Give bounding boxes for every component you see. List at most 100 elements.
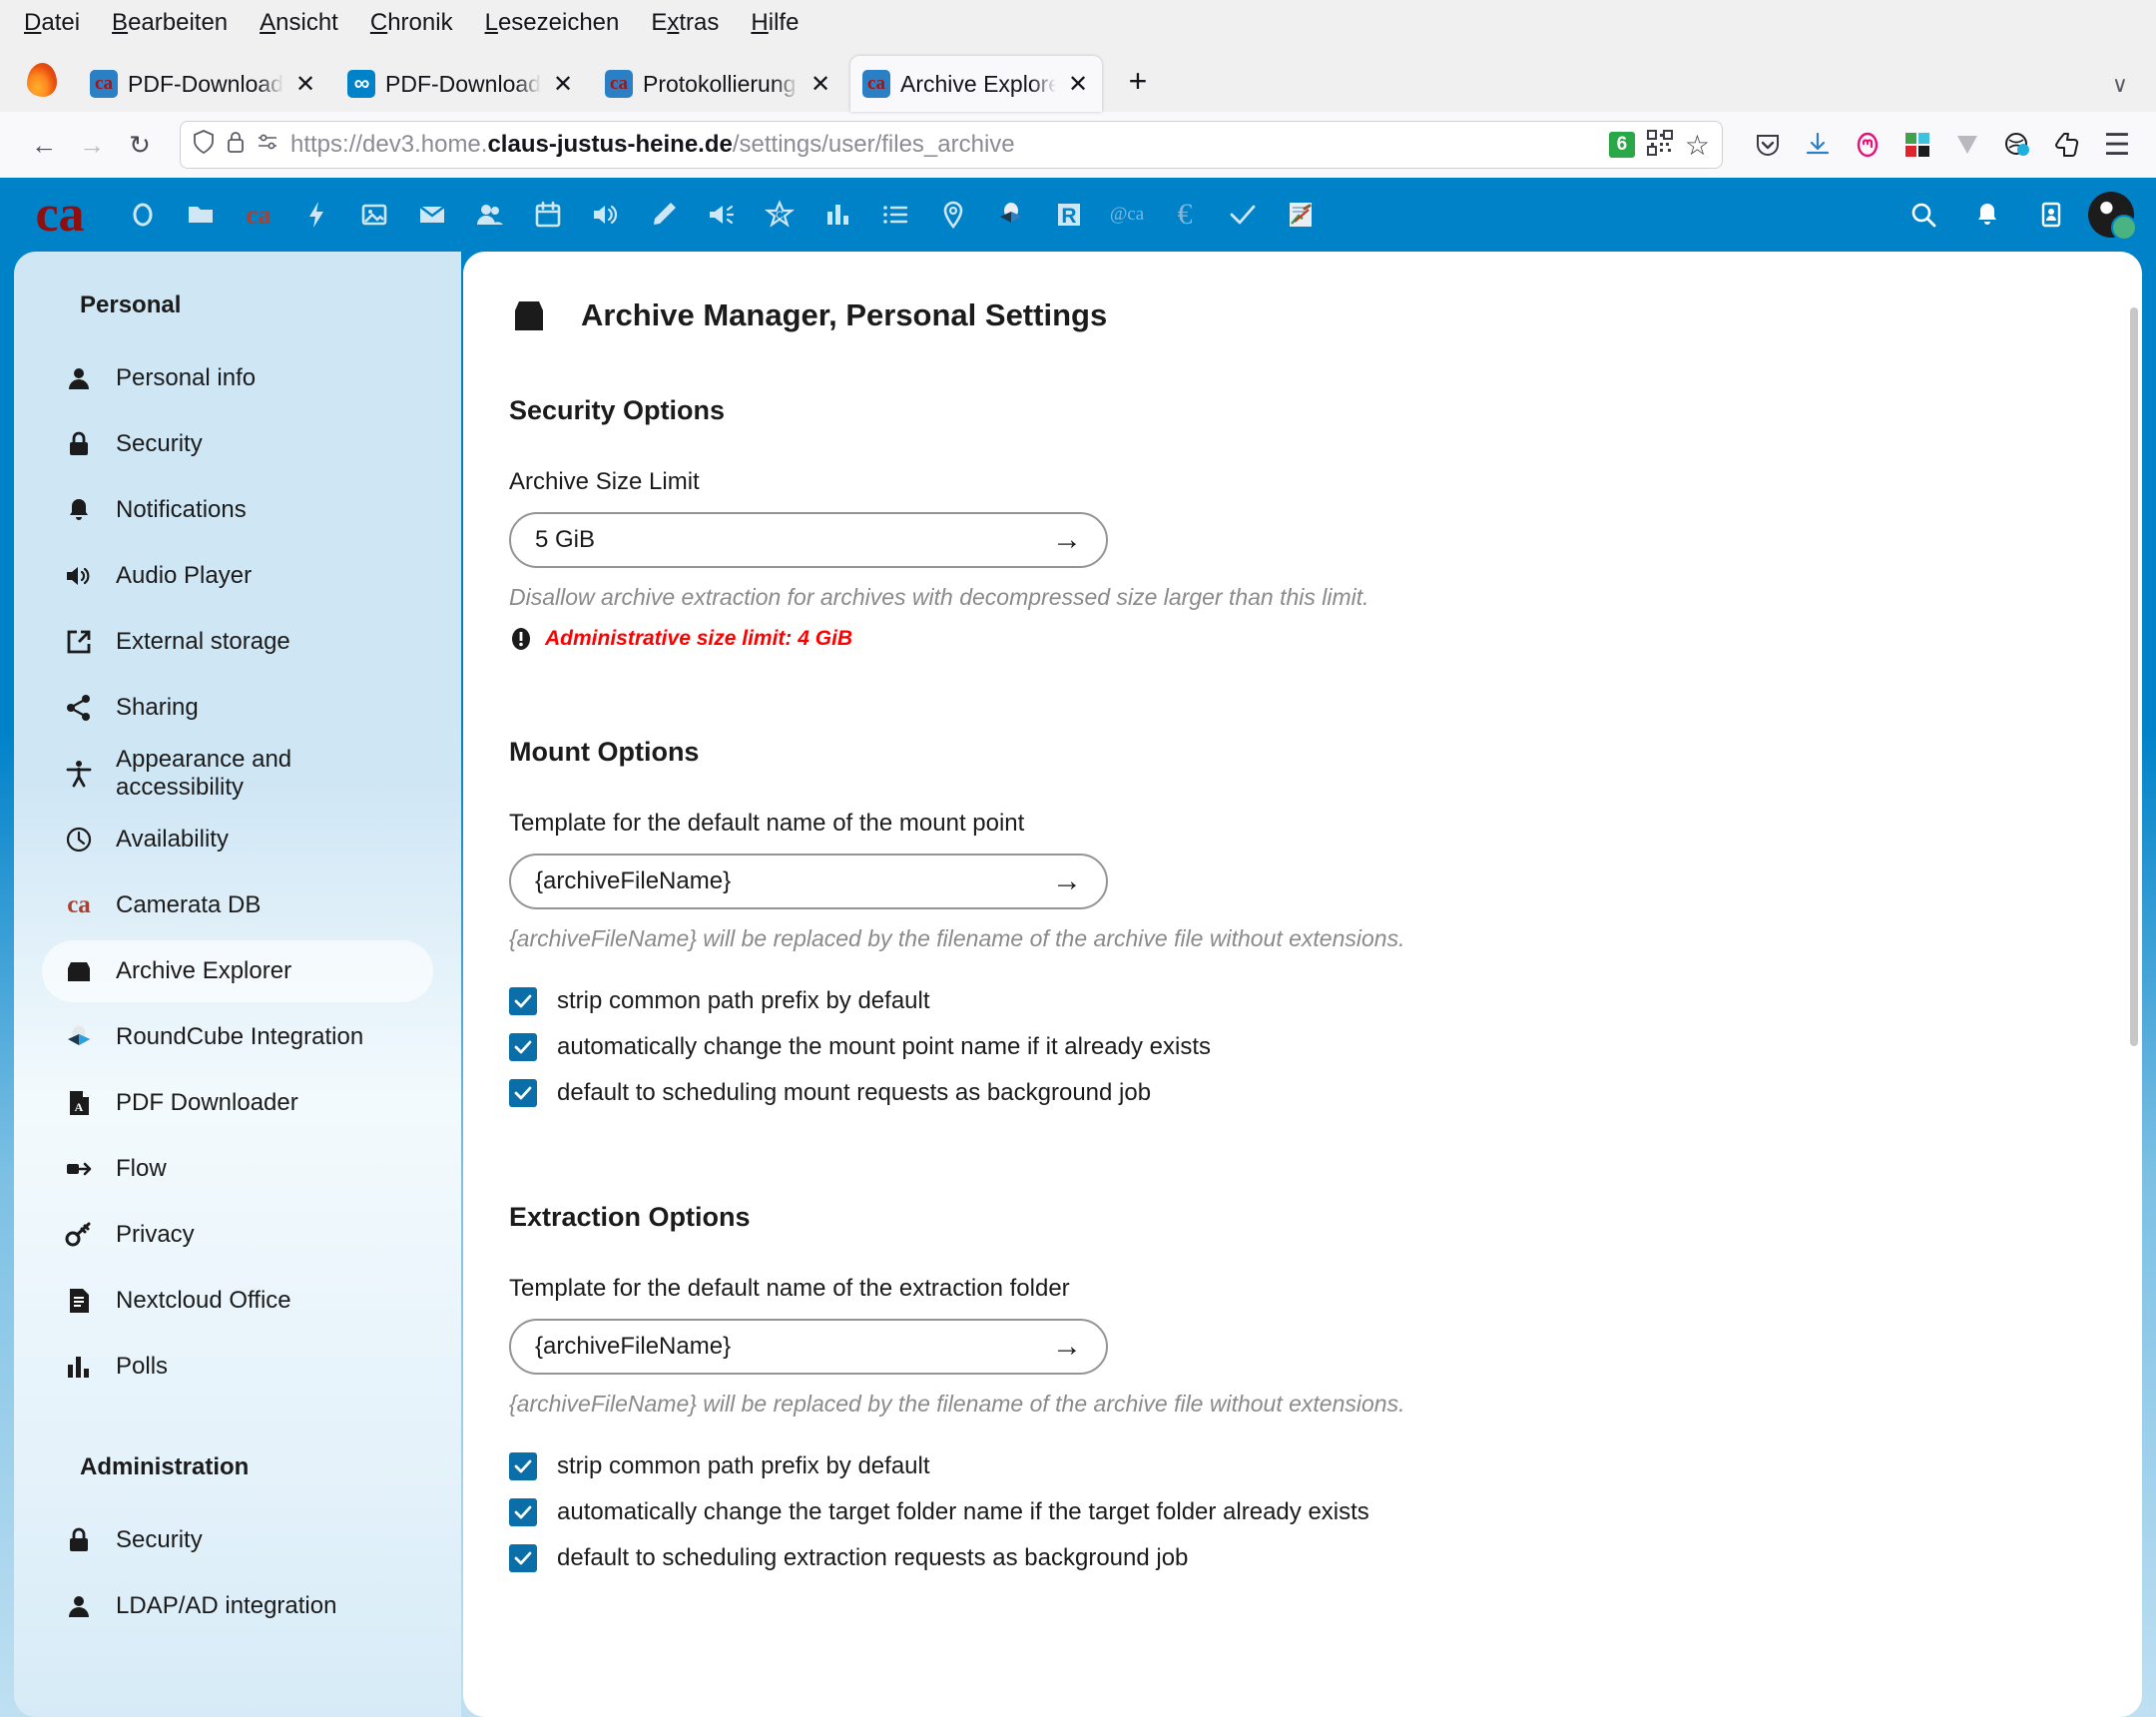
url-text[interactable]: https://dev3.home.claus-justus-heine.de/… (290, 131, 1597, 159)
menu-lesezeichen[interactable]: Lesezeichen (483, 7, 622, 39)
sidebar-item-personal-info[interactable]: Personal info (42, 347, 433, 409)
roundcube-icon[interactable] (984, 188, 1038, 242)
back-button[interactable]: ← (22, 123, 66, 167)
menu-chronik[interactable]: Chronik (368, 7, 455, 39)
sidebar-item-ldap-ad-integration[interactable]: LDAP/AD integration (42, 1575, 433, 1637)
new-tab-button[interactable]: + (1118, 63, 1158, 100)
shield-icon[interactable] (193, 130, 215, 160)
sidebar-item-polls[interactable]: Polls (42, 1336, 433, 1398)
camerata-icon[interactable]: ca (232, 188, 285, 242)
photos-icon[interactable] (347, 188, 401, 242)
files-icon[interactable] (174, 188, 228, 242)
app-menu-icon[interactable]: ☰ (2100, 128, 2134, 162)
notifications-icon[interactable] (1960, 188, 2014, 242)
submit-arrow-button[interactable]: → (1050, 523, 1084, 557)
sidebar-item-flow[interactable]: Flow (42, 1138, 433, 1200)
menu-bearbeiten[interactable]: Bearbeiten (110, 7, 230, 39)
qr-code-icon[interactable] (1647, 130, 1673, 161)
checkbox-auto-rename-mount[interactable] (509, 1033, 537, 1061)
mastodon-icon[interactable] (1851, 128, 1885, 162)
menu-extras[interactable]: Extras (649, 7, 721, 39)
tab-close-icon[interactable]: ✕ (293, 70, 317, 99)
camerata-logo-icon[interactable] (22, 185, 98, 245)
checkbox-strip-prefix[interactable] (509, 987, 537, 1015)
sidebar-item-roundcube-integration[interactable]: RoundCube Integration (42, 1006, 433, 1068)
privacy-badger-icon[interactable] (2000, 128, 2034, 162)
forward-button[interactable]: → (70, 123, 114, 167)
checkbox-background-mount[interactable] (509, 1079, 537, 1107)
checkmark-icon[interactable] (1216, 188, 1270, 242)
sidebar-item-security[interactable]: Security (42, 413, 433, 475)
sidebar-item-camerata-db[interactable]: ca Camerata DB (42, 874, 433, 936)
sidebar-item-external-storage[interactable]: External storage (42, 611, 433, 673)
calendar-icon[interactable] (521, 188, 575, 242)
mount-point-template-field[interactable]: → (509, 854, 1108, 909)
checkbox-row[interactable]: default to scheduling mount requests as … (509, 1070, 2082, 1116)
checkbox-row[interactable]: strip common path prefix by default (509, 1443, 2082, 1489)
tab-close-icon[interactable]: ✕ (551, 70, 575, 99)
checkbox-row[interactable]: automatically change the mount point nam… (509, 1024, 2082, 1070)
checkbox-background-extract[interactable] (509, 1544, 537, 1572)
cafevdb-icon[interactable]: @ca (1100, 188, 1154, 242)
notes-icon[interactable] (637, 188, 691, 242)
extraction-folder-template-input[interactable] (535, 1333, 1050, 1361)
browser-tab[interactable]: PDF-Downloader - Einst ✕ (78, 56, 329, 112)
sidebar-item-archive-explorer[interactable]: Archive Explorer (42, 940, 433, 1002)
content-scrollbar[interactable] (2130, 252, 2138, 1717)
flow-icon[interactable] (289, 188, 343, 242)
browser-tab-active[interactable]: Archive Explorer - Settin ✕ (850, 56, 1102, 112)
dashboard-icon[interactable] (116, 188, 170, 242)
avatar[interactable] (2088, 192, 2134, 238)
audio-player-icon[interactable] (579, 188, 633, 242)
drawio-icon[interactable] (1274, 188, 1328, 242)
permissions-icon[interactable] (257, 132, 278, 158)
tasks-icon[interactable] (868, 188, 922, 242)
registration-icon[interactable]: R (1042, 188, 1096, 242)
search-icon[interactable] (1896, 188, 1950, 242)
vimium-icon[interactable] (1950, 128, 1984, 162)
menu-hilfe[interactable]: Hilfe (749, 7, 801, 39)
checkbox-row[interactable]: strip common path prefix by default (509, 978, 2082, 1024)
sidebar-item-sharing[interactable]: Sharing (42, 677, 433, 739)
tab-close-icon[interactable]: ✕ (808, 70, 832, 99)
menu-datei[interactable]: Datei (22, 7, 82, 39)
sidebar-item-audio-player[interactable]: Audio Player (42, 545, 433, 607)
sidebar-item-notifications[interactable]: Notifications (42, 479, 433, 541)
sidebar-item-pdf-downloader[interactable]: A PDF Downloader (42, 1072, 433, 1134)
checkbox-row[interactable]: default to scheduling extraction request… (509, 1535, 2082, 1581)
downloads-icon[interactable] (1801, 128, 1835, 162)
submit-arrow-button[interactable]: → (1050, 1330, 1084, 1364)
menu-ansicht[interactable]: Ansicht (258, 7, 340, 39)
maps-icon[interactable] (926, 188, 980, 242)
archive-size-limit-input[interactable] (535, 526, 1050, 554)
lock-icon[interactable] (227, 130, 245, 160)
polls-icon[interactable] (810, 188, 864, 242)
extraction-folder-template-field[interactable]: → (509, 1319, 1108, 1375)
list-all-tabs-icon[interactable]: ∨ (2112, 72, 2128, 98)
bookmark-icon[interactable]: ☆ (1685, 129, 1710, 162)
url-bar[interactable]: https://dev3.home.claus-justus-heine.de/… (180, 121, 1723, 169)
mail-icon[interactable] (405, 188, 459, 242)
announcements-icon[interactable] (695, 188, 749, 242)
checkbox-auto-rename-target[interactable] (509, 1498, 537, 1526)
mount-point-template-input[interactable] (535, 867, 1050, 895)
sidebar-item-admin-security[interactable]: Security (42, 1509, 433, 1571)
browser-tab[interactable]: PDF-Downloader - Einst ✕ (335, 56, 587, 112)
finance-icon[interactable]: € (1158, 188, 1212, 242)
scrollbar-thumb[interactable] (2130, 307, 2138, 1046)
sidebar-item-privacy[interactable]: Privacy (42, 1204, 433, 1266)
checkbox-strip-prefix-extract[interactable] (509, 1452, 537, 1480)
sidebar-item-appearance-and-accessibility[interactable]: Appearance and accessibility (42, 743, 433, 805)
reload-button[interactable]: ↻ (118, 123, 162, 167)
checkbox-row[interactable]: automatically change the target folder n… (509, 1489, 2082, 1535)
sidebar-item-nextcloud-office[interactable]: Nextcloud Office (42, 1270, 433, 1332)
ublock-icon[interactable] (2050, 128, 2084, 162)
browser-tab[interactable]: Protokollierung - Nextcl ✕ (593, 56, 844, 112)
submit-arrow-button[interactable]: → (1050, 864, 1084, 898)
tab-close-icon[interactable]: ✕ (1066, 70, 1090, 99)
contacts-icon[interactable] (463, 188, 517, 242)
circles-icon[interactable]: C (753, 188, 807, 242)
pocket-icon[interactable] (1751, 128, 1785, 162)
qr-extension-icon[interactable] (1900, 128, 1934, 162)
container-badge[interactable]: 6 (1609, 132, 1635, 158)
